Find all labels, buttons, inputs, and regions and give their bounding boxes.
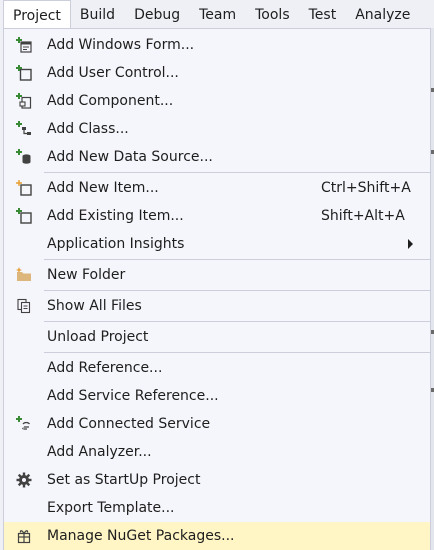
menu-item-label: New Folder [47, 267, 126, 283]
add-data-source-icon [6, 143, 42, 171]
menu-item-label: Add New Data Source... [47, 149, 213, 165]
menu-item-label: Show All Files [47, 298, 142, 314]
menu-item-add-connected-service[interactable]: Add Connected Service [4, 410, 430, 438]
add-windows-form-icon [6, 31, 42, 59]
gear-icon [6, 466, 42, 494]
menu-bar: Project Build Debug Team Tools Test Anal… [0, 0, 434, 30]
add-new-item-icon [6, 174, 42, 202]
nuget-icon [6, 522, 42, 550]
menu-item-label: Export Template... [47, 500, 175, 516]
menu-item-add-user-control[interactable]: Add User Control... [4, 59, 430, 87]
show-all-files-icon [6, 292, 42, 320]
menu-item-export-template[interactable]: Export Template... [4, 494, 430, 522]
menubar-build[interactable]: Build [71, 0, 125, 29]
menu-item-label: Add Class... [47, 121, 129, 137]
add-user-control-icon [6, 59, 42, 87]
menu-item-add-analyzer[interactable]: Add Analyzer... [4, 438, 430, 466]
project-menu-dropdown: Add Windows Form... Add User Control... … [3, 28, 431, 550]
menubar-analyze[interactable]: Analyze [346, 0, 420, 29]
menu-item-label: Add Analyzer... [47, 444, 152, 460]
menu-item-add-reference[interactable]: Add Reference... [4, 354, 430, 382]
submenu-arrow-icon [408, 239, 413, 249]
menu-item-label: Add Reference... [47, 360, 163, 376]
menubar-team[interactable]: Team [190, 0, 246, 29]
menu-item-show-all-files[interactable]: Show All Files [4, 292, 430, 320]
menu-item-shortcut: Ctrl+Shift+A [321, 180, 411, 196]
menu-item-set-startup-project[interactable]: Set as StartUp Project [4, 466, 430, 494]
add-class-icon [6, 115, 42, 143]
menubar-debug[interactable]: Debug [125, 0, 190, 29]
menu-item-label: Add User Control... [47, 65, 179, 81]
menu-item-label: Manage NuGet Packages... [47, 528, 235, 544]
menubar-test[interactable]: Test [300, 0, 347, 29]
menu-item-label: Add Service Reference... [47, 388, 219, 404]
menu-item-add-new-data-source[interactable]: Add New Data Source... [4, 143, 430, 171]
menu-item-add-class[interactable]: Add Class... [4, 115, 430, 143]
menu-item-unload-project[interactable]: Unload Project [4, 323, 430, 351]
menu-item-application-insights[interactable]: Application Insights [4, 230, 430, 258]
menu-item-add-service-reference[interactable]: Add Service Reference... [4, 382, 430, 410]
new-folder-icon [6, 261, 42, 289]
menu-item-manage-nuget-packages[interactable]: Manage NuGet Packages... [4, 522, 430, 550]
add-existing-item-icon [6, 202, 42, 230]
menu-item-new-folder[interactable]: New Folder [4, 261, 430, 289]
menu-item-label: Add Connected Service [47, 416, 211, 432]
menu-item-add-component[interactable]: Add Component... [4, 87, 430, 115]
menu-item-label: Add Windows Form... [47, 37, 195, 53]
menu-item-shortcut: Shift+Alt+A [321, 208, 405, 224]
menu-item-label: Unload Project [47, 329, 149, 345]
ide-window: Project Build Debug Team Tools Test Anal… [0, 0, 434, 550]
add-component-icon [6, 87, 42, 115]
menu-item-label: Set as StartUp Project [47, 472, 201, 488]
menu-item-add-windows-form[interactable]: Add Windows Form... [4, 31, 430, 59]
menu-item-label: Application Insights [47, 236, 185, 252]
menubar-project[interactable]: Project [3, 0, 71, 30]
menu-item-add-new-item[interactable]: Add New Item... Ctrl+Shift+A [4, 174, 430, 202]
menu-item-add-existing-item[interactable]: Add Existing Item... Shift+Alt+A [4, 202, 430, 230]
connected-service-icon [6, 410, 42, 438]
menubar-tools[interactable]: Tools [246, 0, 300, 29]
menu-item-label: Add Component... [47, 93, 174, 109]
